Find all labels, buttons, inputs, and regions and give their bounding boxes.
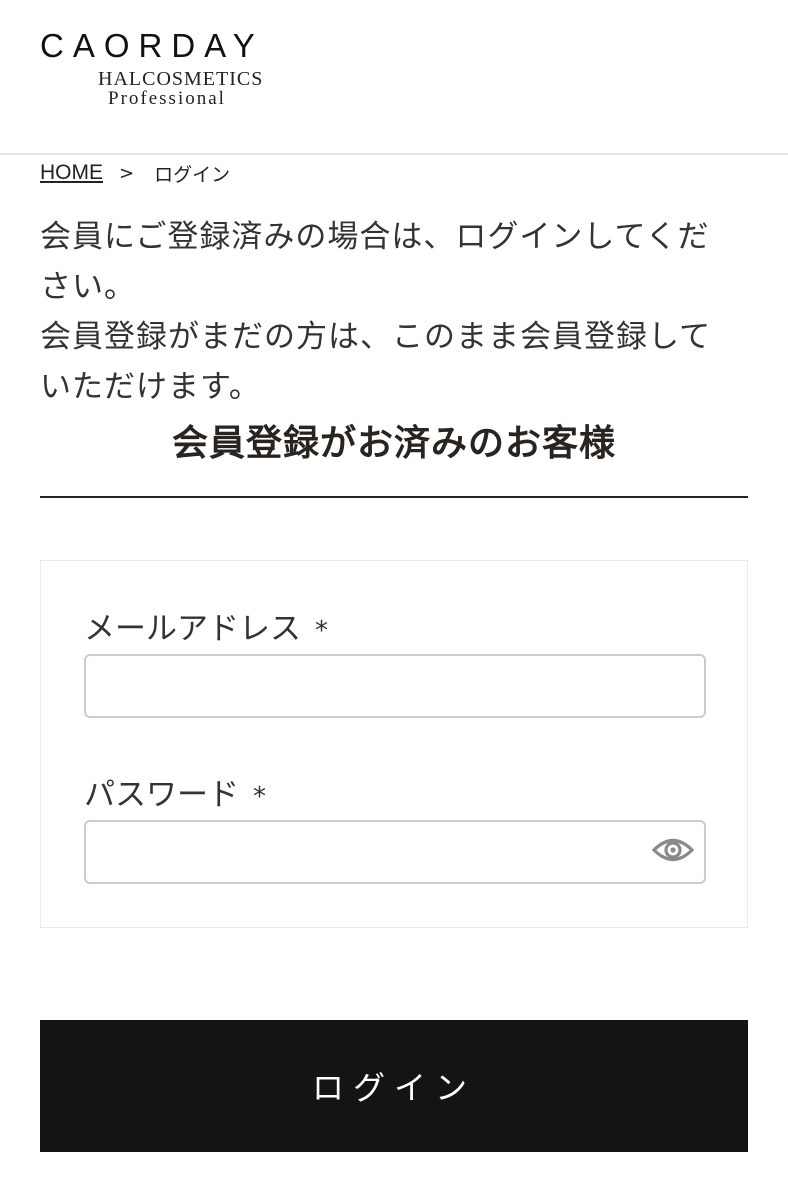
email-label: メールアドレス * <box>84 609 328 651</box>
email-required-mark: * <box>315 616 328 646</box>
login-form: メールアドレス * パスワード * <box>40 560 748 928</box>
site-header: CAORDAY HALCOSMETICS Professional <box>0 0 788 155</box>
password-required-mark: * <box>253 782 266 812</box>
eye-icon[interactable] <box>651 835 695 865</box>
password-label-text: パスワード <box>84 777 239 813</box>
logo-wordmark: CAORDAY <box>40 27 264 64</box>
title-divider <box>40 496 748 498</box>
email-field[interactable] <box>84 654 706 718</box>
password-field[interactable] <box>84 820 706 884</box>
intro-text: 会員にご登録済みの場合は、ログインしてください。 会員登録がまだの方は、このまま… <box>40 212 740 412</box>
logo-tagline: Professional <box>108 88 226 109</box>
breadcrumb-separator: > <box>119 162 135 184</box>
section-title: 会員登録がお済みのお客様 <box>171 423 616 464</box>
intro-line-login: 会員にご登録済みの場合は、ログインしてください。 <box>40 219 710 305</box>
logo-subtitle: HALCOSMETICS <box>98 68 264 90</box>
brand-logo[interactable]: CAORDAY HALCOSMETICS Professional <box>40 27 330 110</box>
email-label-text: メールアドレス <box>84 611 301 647</box>
breadcrumb-current: ログイン <box>154 163 231 186</box>
password-label: パスワード * <box>84 775 266 817</box>
breadcrumb: HOME > ログイン <box>40 158 230 188</box>
intro-line-register: 会員登録がまだの方は、このまま会員登録していただけます。 <box>40 319 712 405</box>
login-button[interactable]: ログイン <box>40 1020 748 1152</box>
breadcrumb-home-link[interactable]: HOME <box>40 161 103 185</box>
